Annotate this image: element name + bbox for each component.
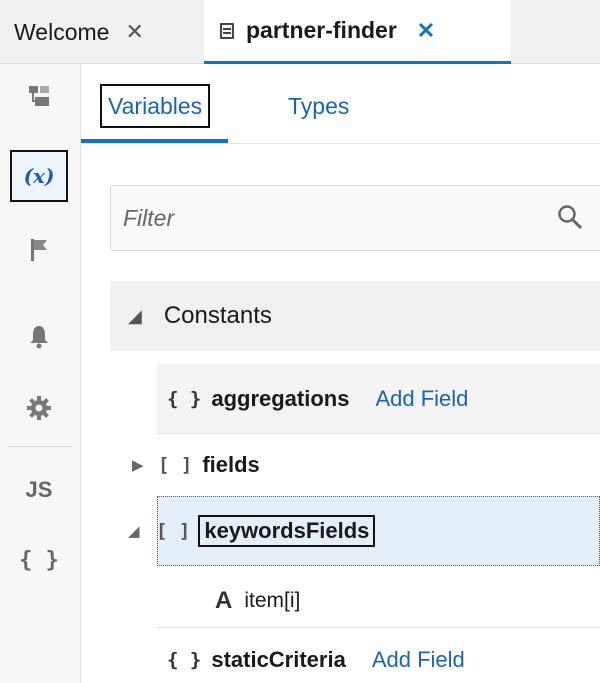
array-type-icon: [ ] [158,454,193,476]
json-icon[interactable]: { } [10,534,68,586]
tab-variables[interactable]: Variables [100,84,211,128]
left-icon-rail: (x) JS { } [0,64,81,683]
add-field-link[interactable]: Add Field [375,386,468,412]
constants-section-header[interactable]: ◢ Constants [110,281,600,351]
variables-icon-glyph: (x) [23,164,55,188]
variables-types-tabs: Variables Types [81,64,600,144]
close-icon[interactable]: ✕ [125,19,143,45]
tab-welcome-label: Welcome [14,18,110,45]
flag-icon[interactable] [10,224,68,276]
structure-icon[interactable] [10,70,68,122]
variable-name: staticCriteria [211,647,346,672]
string-type-icon: A [215,586,233,614]
tab-types[interactable]: Types [288,84,349,128]
editor-tab-bar: Welcome ✕ partner-finder ✕ [0,0,600,64]
tab-welcome[interactable]: Welcome ✕ [14,0,204,64]
bell-icon[interactable] [10,310,68,362]
close-icon[interactable]: ✕ [417,18,435,44]
expand-arrow-icon[interactable]: ▶ [132,456,154,474]
variable-name: item[i] [244,588,301,612]
collapse-triangle-icon[interactable]: ◢ [128,306,142,327]
object-type-icon: { } [167,387,202,410]
js-icon-glyph: JS [25,477,53,502]
constants-label: Constants [163,302,272,329]
tree-row-aggregations[interactable]: { } aggregations Add Field [157,364,600,434]
gear-icon[interactable] [10,382,68,434]
tree-row-keywordsfields[interactable]: ◢ [ ] keywordsFields [128,496,600,566]
tree-row-item[interactable]: A item[i] [157,574,600,628]
add-field-link[interactable]: Add Field [372,647,465,673]
json-icon-glyph: { } [19,547,59,573]
collapse-arrow-icon[interactable]: ◢ [128,522,150,540]
document-icon [220,22,234,39]
variable-name[interactable]: keywordsFields [198,515,376,547]
variable-name: aggregations [211,385,350,411]
active-tab-indicator [81,139,228,143]
array-type-icon: [ ] [156,520,191,542]
search-icon[interactable] [557,204,583,230]
tree-row-fields[interactable]: ▶ [ ] fields [110,436,600,494]
tab-partner-finder-label: partner-finder [246,17,397,43]
object-type-icon: { } [167,649,202,671]
tab-partner-finder[interactable]: partner-finder ✕ [204,0,511,64]
variables-icon[interactable]: (x) [10,150,68,202]
js-icon[interactable]: JS [10,464,68,516]
filter-input[interactable] [123,200,543,236]
variable-name: fields [202,452,260,477]
filter-box [110,185,600,251]
rail-divider [8,446,72,447]
tree-row-staticcriteria[interactable]: { } staticCriteria Add Field [110,634,600,683]
